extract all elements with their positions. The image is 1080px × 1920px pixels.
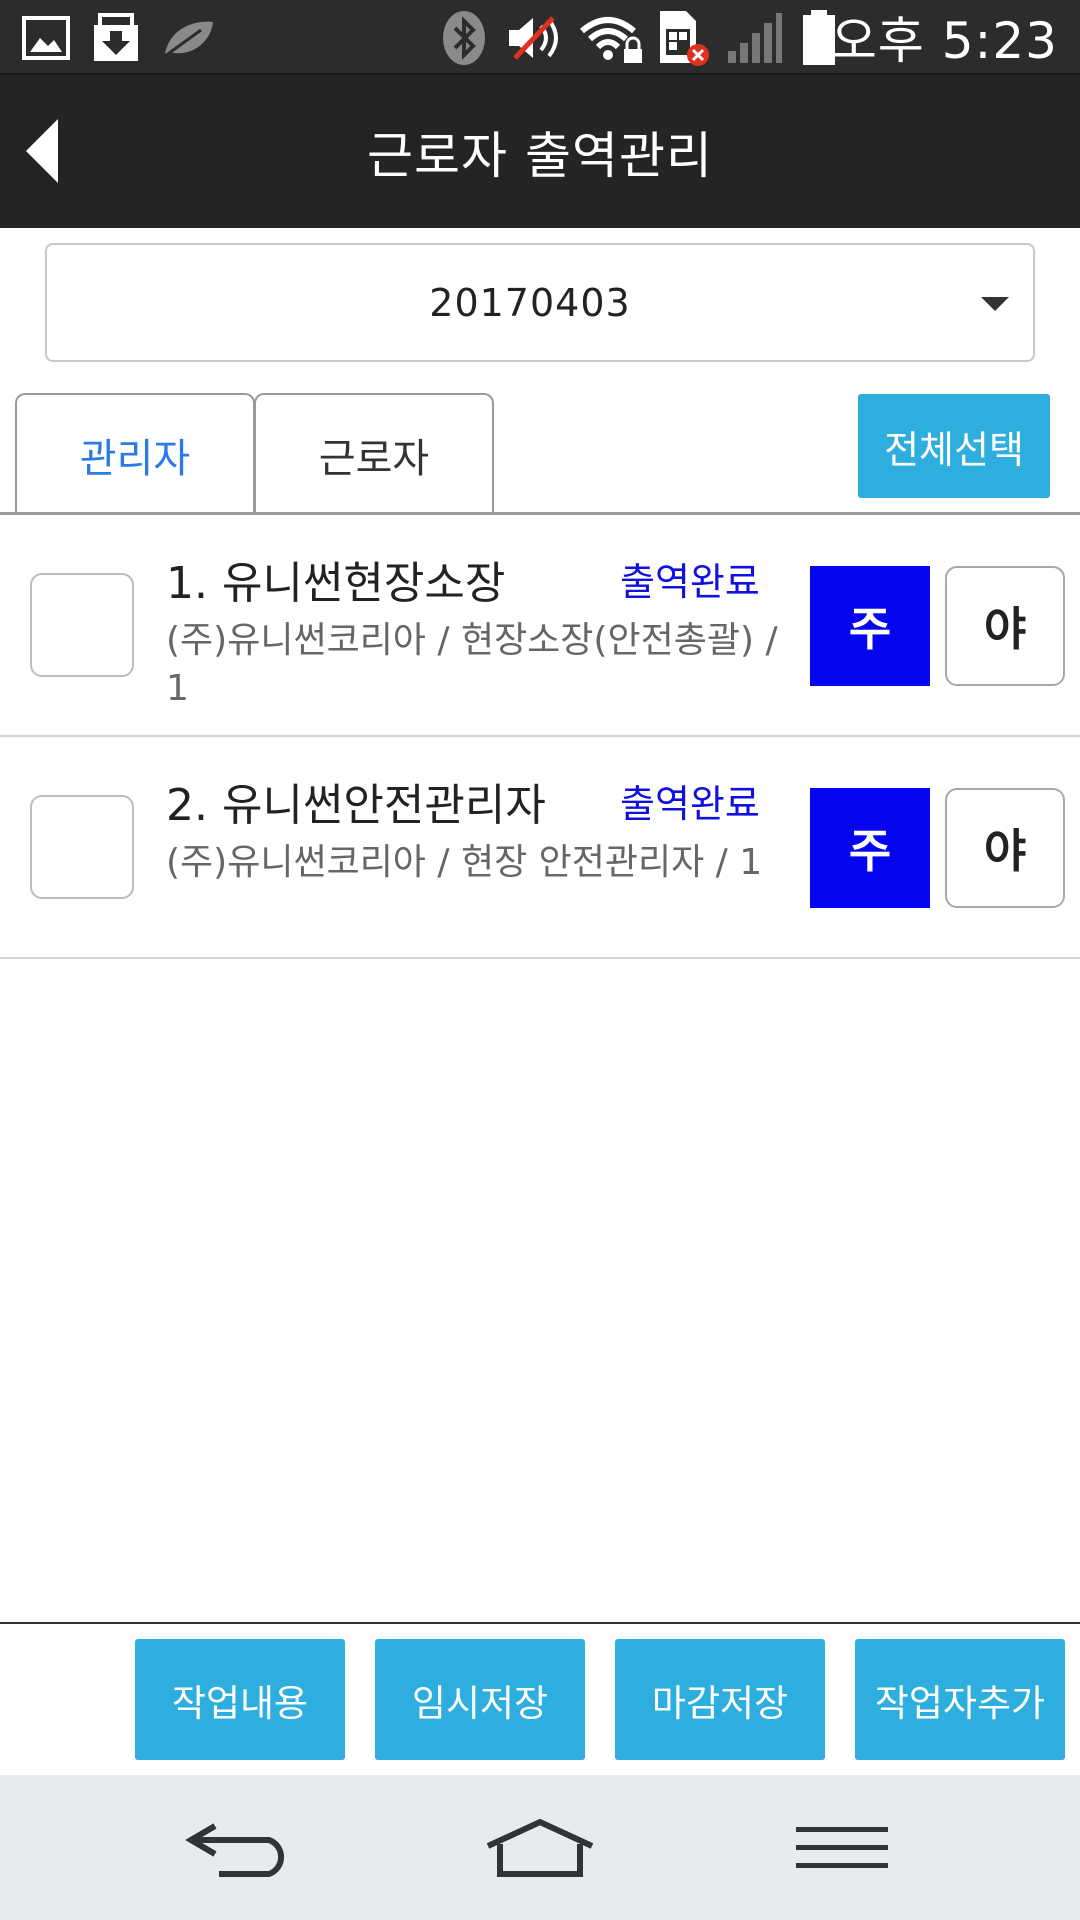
night-shift-button[interactable]: 야 bbox=[945, 788, 1065, 908]
select-all-button[interactable]: 전체선택 bbox=[858, 394, 1050, 498]
tab-admin[interactable]: 관리자 bbox=[15, 393, 255, 515]
leaf-icon bbox=[160, 10, 218, 66]
status-badge: 출역완료 bbox=[620, 782, 760, 826]
add-worker-button[interactable]: 작업자추가 bbox=[855, 1639, 1065, 1760]
row-checkbox[interactable] bbox=[30, 795, 134, 899]
final-save-button[interactable]: 마감저장 bbox=[615, 1639, 825, 1760]
status-bar: 오후 5:23 bbox=[0, 0, 1080, 75]
action-bar-divider bbox=[0, 1622, 1080, 1624]
download-icon bbox=[88, 10, 144, 66]
back-icon[interactable] bbox=[180, 1805, 300, 1890]
app-header: 근로자 출역관리 bbox=[0, 75, 1080, 228]
night-shift-button[interactable]: 야 bbox=[945, 566, 1065, 686]
row-checkbox[interactable] bbox=[30, 573, 134, 677]
date-value: 20170403 bbox=[429, 280, 631, 325]
day-shift-button[interactable]: 주 bbox=[810, 566, 930, 686]
row-detail: (주)유니썬코리아 / 현장소장(안전총괄) / 1 bbox=[166, 620, 778, 709]
row-name: 2. 유니썬안전관리자 bbox=[166, 780, 546, 831]
tab-worker[interactable]: 근로자 bbox=[254, 393, 494, 515]
home-icon[interactable] bbox=[480, 1805, 600, 1890]
page-title: 근로자 출역관리 bbox=[367, 126, 713, 185]
list-item: 2. 유니썬안전관리자 출역완료 (주)유니썬코리아 / 현장 안전관리자 / … bbox=[0, 737, 1080, 959]
list-item: 1. 유니썬현장소장 출역완료 (주)유니썬코리아 / 현장소장(안전총괄) /… bbox=[0, 515, 1080, 737]
sim-error-icon bbox=[656, 10, 710, 66]
day-shift-button[interactable]: 주 bbox=[810, 788, 930, 908]
work-content-button[interactable]: 작업내용 bbox=[135, 1639, 345, 1760]
wifi-lock-icon bbox=[578, 10, 644, 66]
mute-icon bbox=[505, 10, 565, 66]
bluetooth-icon bbox=[440, 10, 488, 66]
status-time: 오후 5:23 bbox=[830, 12, 1058, 70]
menu-icon[interactable] bbox=[782, 1805, 902, 1890]
signal-icon bbox=[725, 10, 785, 66]
chevron-down-icon bbox=[981, 297, 1009, 311]
temp-save-button[interactable]: 임시저장 bbox=[375, 1639, 585, 1760]
status-badge: 출역완료 bbox=[620, 560, 760, 604]
row-detail: (주)유니썬코리아 / 현장 안전관리자 / 1 bbox=[166, 842, 763, 883]
image-icon bbox=[20, 10, 72, 66]
nav-bar bbox=[0, 1775, 1080, 1920]
row-name: 1. 유니썬현장소장 bbox=[166, 558, 506, 609]
date-select[interactable]: 20170403 bbox=[45, 243, 1035, 362]
